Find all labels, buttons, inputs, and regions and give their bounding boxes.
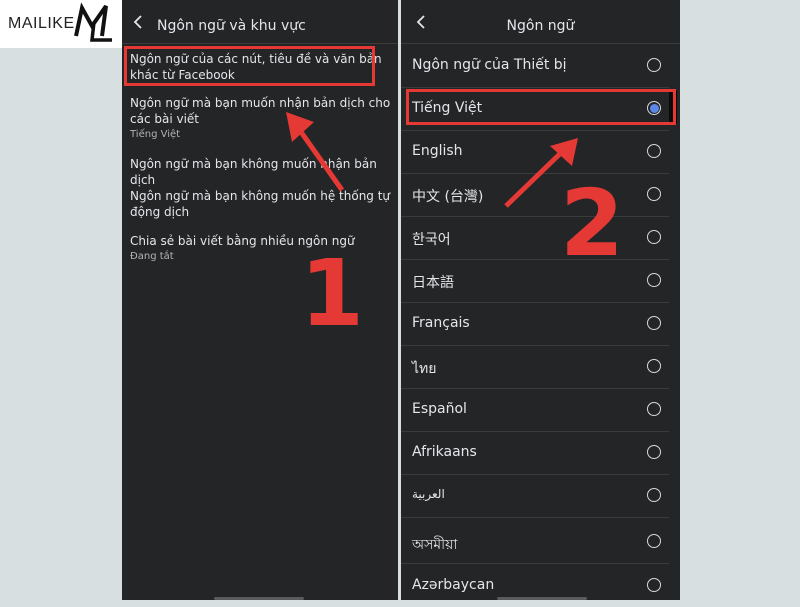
radio-button[interactable] xyxy=(647,316,661,330)
radio-button[interactable] xyxy=(647,488,661,502)
language-label: অসমীয়া xyxy=(412,537,458,553)
language-label: Ngôn ngữ của Thiết bị xyxy=(412,57,567,73)
language-label: Afrikaans xyxy=(412,444,477,460)
language-label: 日本語 xyxy=(412,275,454,291)
language-option[interactable]: Ngôn ngữ của Thiết bị xyxy=(401,44,669,88)
language-option[interactable]: 한국어 xyxy=(401,216,669,260)
language-option[interactable]: Afrikaans xyxy=(401,431,669,475)
radio-button[interactable] xyxy=(647,578,661,592)
mailike-logo: MAILIKE xyxy=(0,0,122,48)
ml-logo-mark xyxy=(74,2,112,42)
radio-button[interactable] xyxy=(647,445,661,459)
language-option[interactable]: অসমীয়া xyxy=(401,520,669,564)
language-label: Azərbaycan xyxy=(412,577,495,593)
language-option[interactable]: Azərbaycan xyxy=(401,564,669,607)
radio-button[interactable] xyxy=(647,230,661,244)
language-label: 한국어 xyxy=(412,232,451,248)
language-label: Français xyxy=(412,315,470,331)
logo-text: MAILIKE xyxy=(8,15,75,32)
language-option[interactable]: Español xyxy=(401,388,669,432)
step-number-1: 1 xyxy=(300,240,365,347)
page-title: Ngôn ngữ và khu vực xyxy=(157,18,306,34)
highlight-box-language xyxy=(406,89,676,125)
language-label: Español xyxy=(412,401,467,417)
language-option[interactable]: ไทย xyxy=(401,345,669,389)
annotation-arrow-1 xyxy=(286,112,345,192)
language-option[interactable]: 日本語 xyxy=(401,259,669,303)
radio-button[interactable] xyxy=(647,534,661,548)
radio-button[interactable] xyxy=(647,144,661,158)
radio-button[interactable] xyxy=(647,187,661,201)
language-label: English xyxy=(412,143,463,159)
back-arrow-icon[interactable] xyxy=(130,13,148,31)
highlight-box-setting xyxy=(124,46,375,86)
radio-button[interactable] xyxy=(647,402,661,416)
right-header: Ngôn ngữ xyxy=(401,0,680,44)
left-header: Ngôn ngữ và khu vực xyxy=(122,0,398,44)
language-option[interactable]: العربية xyxy=(401,474,669,518)
language-label: العربية xyxy=(412,487,445,501)
page-title: Ngôn ngữ xyxy=(506,18,575,34)
language-label: ไทย xyxy=(412,361,437,377)
language-option[interactable]: Français xyxy=(401,302,669,346)
radio-button[interactable] xyxy=(647,359,661,373)
radio-button[interactable] xyxy=(647,273,661,287)
step-number-2: 2 xyxy=(560,170,625,277)
language-label: 中文 (台灣) xyxy=(412,189,484,205)
radio-button[interactable] xyxy=(647,58,661,72)
